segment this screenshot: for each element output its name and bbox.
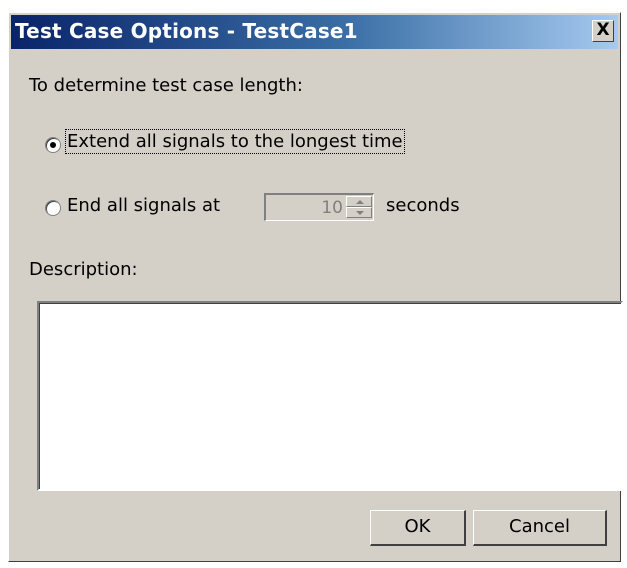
end-time-spinner[interactable]: 10 — [264, 193, 374, 221]
spin-up-button[interactable] — [346, 196, 372, 207]
window-title: Test Case Options - TestCase1 — [15, 19, 358, 43]
radio-selected-dot — [50, 142, 56, 148]
end-at-radio[interactable] — [45, 200, 61, 216]
end-at-radio-label[interactable]: End all signals at — [67, 195, 220, 216]
extend-radio[interactable] — [45, 137, 61, 153]
arrow-down-icon — [356, 211, 364, 215]
spin-buttons — [346, 196, 372, 218]
cancel-button[interactable]: Cancel — [473, 510, 607, 546]
description-textarea[interactable] — [37, 301, 623, 491]
length-heading: To determine test case length: — [29, 75, 303, 96]
extend-radio-label[interactable]: Extend all signals to the longest time — [65, 129, 405, 154]
arrow-up-icon — [356, 200, 364, 204]
seconds-unit-label: seconds — [386, 195, 460, 216]
close-icon: X — [596, 20, 610, 40]
spin-down-button[interactable] — [346, 207, 372, 218]
end-time-value: 10 — [321, 198, 343, 218]
test-case-options-dialog: Test Case Options - TestCase1 X To deter… — [8, 12, 623, 562]
description-label: Description: — [29, 259, 138, 280]
close-button[interactable]: X — [592, 20, 614, 42]
ok-button[interactable]: OK — [370, 510, 466, 546]
title-bar[interactable]: Test Case Options - TestCase1 X — [11, 15, 618, 49]
